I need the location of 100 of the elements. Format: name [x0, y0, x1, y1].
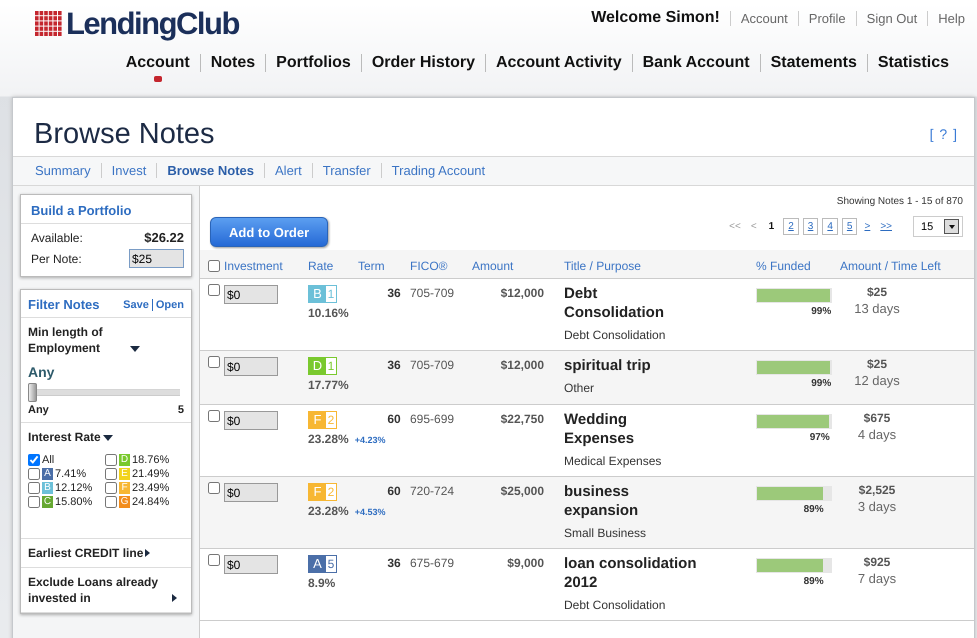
column-header[interactable]: Investment [224, 259, 283, 273]
page-link[interactable]: 5 [842, 218, 858, 235]
grade-chip: G [119, 496, 130, 508]
nav-tab[interactable]: Notes [200, 54, 266, 72]
loan-purpose: Medical Expenses [564, 454, 662, 468]
amount-left: $2,525 [858, 483, 896, 497]
caret-icon[interactable] [102, 434, 113, 441]
page-link[interactable]: 1 [764, 218, 780, 235]
table-cell: 705-709 [410, 358, 454, 372]
interest-rate: 10.16% [308, 306, 349, 320]
rate-option-label[interactable]: 18.76% [132, 454, 170, 466]
loan-purpose: Debt Consolidation [564, 598, 666, 612]
investment-field[interactable]: $0 [224, 555, 278, 574]
logo-text[interactable]: LendingClub [66, 6, 239, 42]
investment-field[interactable]: $0 [224, 357, 278, 376]
last-page-link[interactable]: >> [877, 221, 895, 232]
per-note-field[interactable]: $25 [129, 249, 184, 268]
user-link[interactable]: Profile [798, 10, 856, 26]
column-header[interactable]: Rate [308, 259, 334, 273]
filter-action-link[interactable]: Save [120, 298, 152, 310]
amount-left: $675 [864, 411, 890, 425]
available-value: $26.22 [144, 230, 184, 245]
checkbox[interactable] [28, 454, 40, 466]
subnav-link[interactable]: Browse Notes [156, 163, 264, 178]
table-cell: 60 [387, 412, 401, 426]
add-to-order-button[interactable]: Add to Order [210, 217, 328, 247]
column-header[interactable]: % Funded [756, 259, 811, 273]
subnav-link[interactable]: Trading Account [380, 163, 496, 178]
table-cell: 60 [387, 484, 401, 498]
row-checkbox[interactable] [208, 410, 220, 422]
checkbox[interactable] [105, 482, 117, 494]
page-link[interactable]: 4 [822, 218, 838, 235]
nav-tab[interactable]: Account Activity [484, 54, 632, 72]
column-header[interactable]: FICO® [410, 259, 448, 273]
user-link[interactable]: Sign Out [856, 10, 928, 26]
next-page-link[interactable]: > [861, 221, 874, 232]
caret-icon[interactable] [172, 594, 177, 602]
nav-tab[interactable]: Statistics [866, 54, 959, 72]
loan-title[interactable]: Debt Consolidation [564, 284, 699, 322]
slider-thumb[interactable] [28, 383, 37, 402]
investment-field[interactable]: $0 [224, 411, 278, 430]
caret-icon[interactable] [145, 549, 150, 557]
row-checkbox[interactable] [208, 356, 220, 368]
per-page-select[interactable]: 15 [913, 216, 963, 237]
table-cell: $12,000 [500, 358, 544, 372]
page-link[interactable]: 2 [783, 218, 799, 235]
time-left: 7 days [858, 571, 896, 586]
nav-tab[interactable]: Bank Account [632, 54, 760, 72]
rate-option-label[interactable]: 15.80% [55, 496, 92, 508]
checkbox[interactable] [105, 468, 117, 480]
funded-percent: 89% [804, 504, 824, 515]
investment-field[interactable]: $0 [224, 483, 278, 502]
table-cell: $22,750 [500, 412, 544, 426]
column-header[interactable]: Amount / Time Left [840, 259, 941, 273]
loan-title[interactable]: spiritual trip [564, 356, 699, 375]
page-link[interactable]: 3 [802, 218, 818, 235]
column-header[interactable]: Title / Purpose [564, 259, 641, 273]
checkbox[interactable] [105, 496, 117, 508]
checkbox[interactable] [105, 454, 117, 466]
help-link[interactable]: [ ? ] [930, 126, 958, 142]
column-header[interactable]: Amount [472, 259, 514, 273]
card-title: Build a Portfolio [21, 195, 191, 224]
nav-tab[interactable]: Statements [760, 54, 867, 72]
column-header[interactable]: Term [358, 259, 385, 273]
checkbox[interactable] [28, 468, 40, 480]
grade-chip: B [42, 482, 53, 494]
rate-option-label[interactable]: 12.12% [55, 482, 92, 494]
checkbox[interactable] [28, 496, 40, 508]
select-all-checkbox[interactable] [208, 260, 220, 272]
funded-percent: 99% [811, 306, 832, 317]
rate-option-label[interactable]: 24.84% [132, 496, 170, 508]
grade-chip: F [119, 482, 130, 494]
subnav-link[interactable]: Transfer [312, 163, 381, 178]
filter-label[interactable]: Exclude Loans already invested in [28, 574, 170, 606]
filter-label[interactable]: Min length of Employment [28, 324, 128, 356]
caret-icon[interactable] [130, 346, 140, 352]
row-checkbox[interactable] [208, 554, 220, 566]
loan-title[interactable]: business expansion [564, 482, 699, 520]
loan-title[interactable]: Wedding Expenses [564, 410, 699, 448]
grade-chip: C [42, 496, 53, 508]
filter-label[interactable]: Earliest CREDIT line [28, 545, 144, 561]
nav-tab[interactable]: Order History [360, 54, 485, 72]
loan-title[interactable]: loan consolidation 2012 [564, 554, 699, 592]
subnav-link[interactable]: Invest [100, 163, 156, 178]
subnav-link[interactable]: Summary [25, 163, 101, 178]
rate-option-label[interactable]: 23.49% [132, 482, 170, 494]
filter-action-link[interactable]: Open [152, 298, 187, 310]
rate-option-label[interactable]: All [42, 454, 54, 466]
investment-field[interactable]: $0 [224, 285, 278, 304]
filter-label[interactable]: Interest Rate [28, 430, 101, 444]
user-link[interactable]: Account [730, 10, 798, 26]
row-checkbox[interactable] [208, 482, 220, 494]
checkbox[interactable] [28, 482, 40, 494]
rate-option-label[interactable]: 21.49% [132, 468, 170, 480]
user-link[interactable]: Help [927, 10, 965, 26]
nav-tab[interactable]: Portfolios [265, 54, 361, 72]
row-checkbox[interactable] [208, 284, 220, 296]
nav-tab[interactable]: Account [116, 54, 200, 72]
rate-option-label[interactable]: 7.41% [55, 468, 86, 480]
subnav-link[interactable]: Alert [264, 163, 312, 178]
